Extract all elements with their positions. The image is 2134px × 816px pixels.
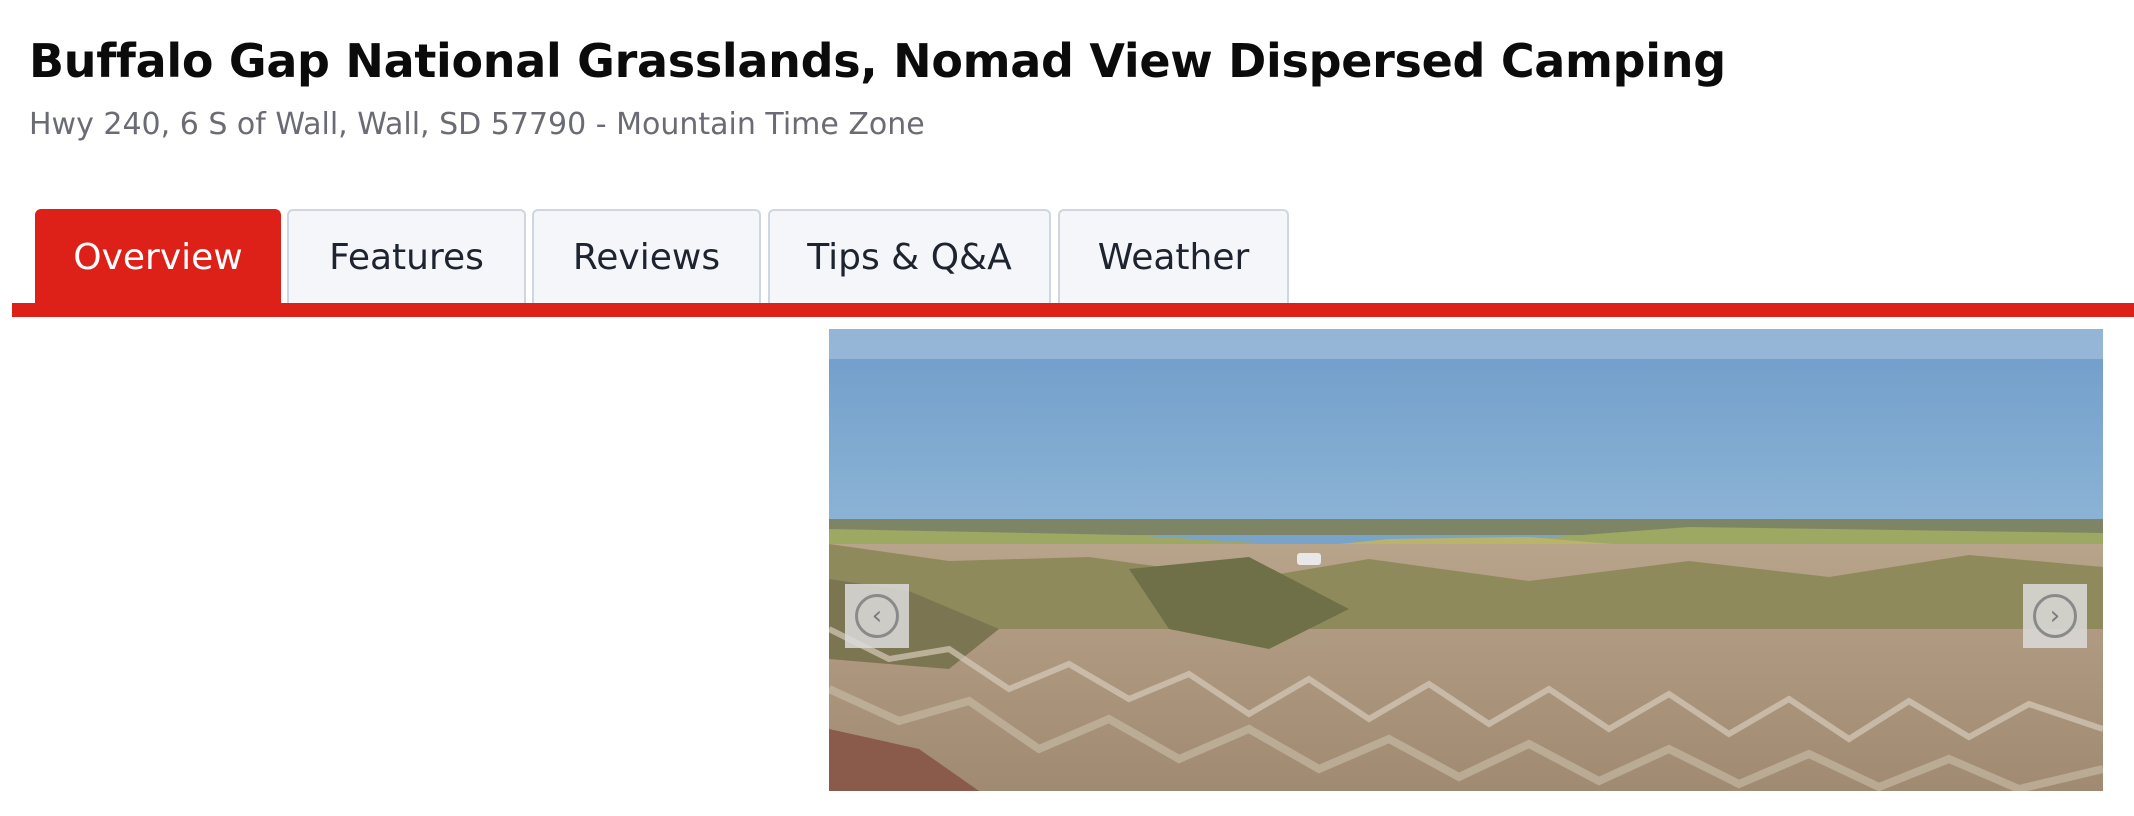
- tab-overview[interactable]: Overview: [35, 209, 281, 303]
- chevron-left-circle-icon: ‹: [855, 594, 899, 638]
- campground-page: Buffalo Gap National Grasslands, Nomad V…: [0, 0, 2134, 816]
- photo-gallery[interactable]: ‹ ›: [829, 329, 2103, 791]
- tab-label: Features: [329, 236, 484, 278]
- tab-reviews[interactable]: Reviews: [532, 209, 761, 303]
- campground-address: Hwy 240, 6 S of Wall, Wall, SD 57790 - M…: [29, 107, 925, 142]
- tab-label: Weather: [1097, 236, 1250, 278]
- tab-underline: [12, 303, 2134, 317]
- tab-weather[interactable]: Weather: [1058, 209, 1289, 303]
- gallery-next-button[interactable]: ›: [2023, 584, 2087, 648]
- tab-label: Reviews: [572, 236, 721, 278]
- chevron-right-circle-icon: ›: [2033, 594, 2077, 638]
- tab-tips-qa[interactable]: Tips & Q&A: [768, 209, 1051, 303]
- page-title: Buffalo Gap National Grasslands, Nomad V…: [29, 34, 1726, 88]
- gallery-prev-button[interactable]: ‹: [845, 584, 909, 648]
- tab-label: Overview: [73, 236, 243, 278]
- campground-photo: [829, 329, 2103, 791]
- tab-label: Tips & Q&A: [807, 236, 1012, 278]
- tab-features[interactable]: Features: [287, 209, 526, 303]
